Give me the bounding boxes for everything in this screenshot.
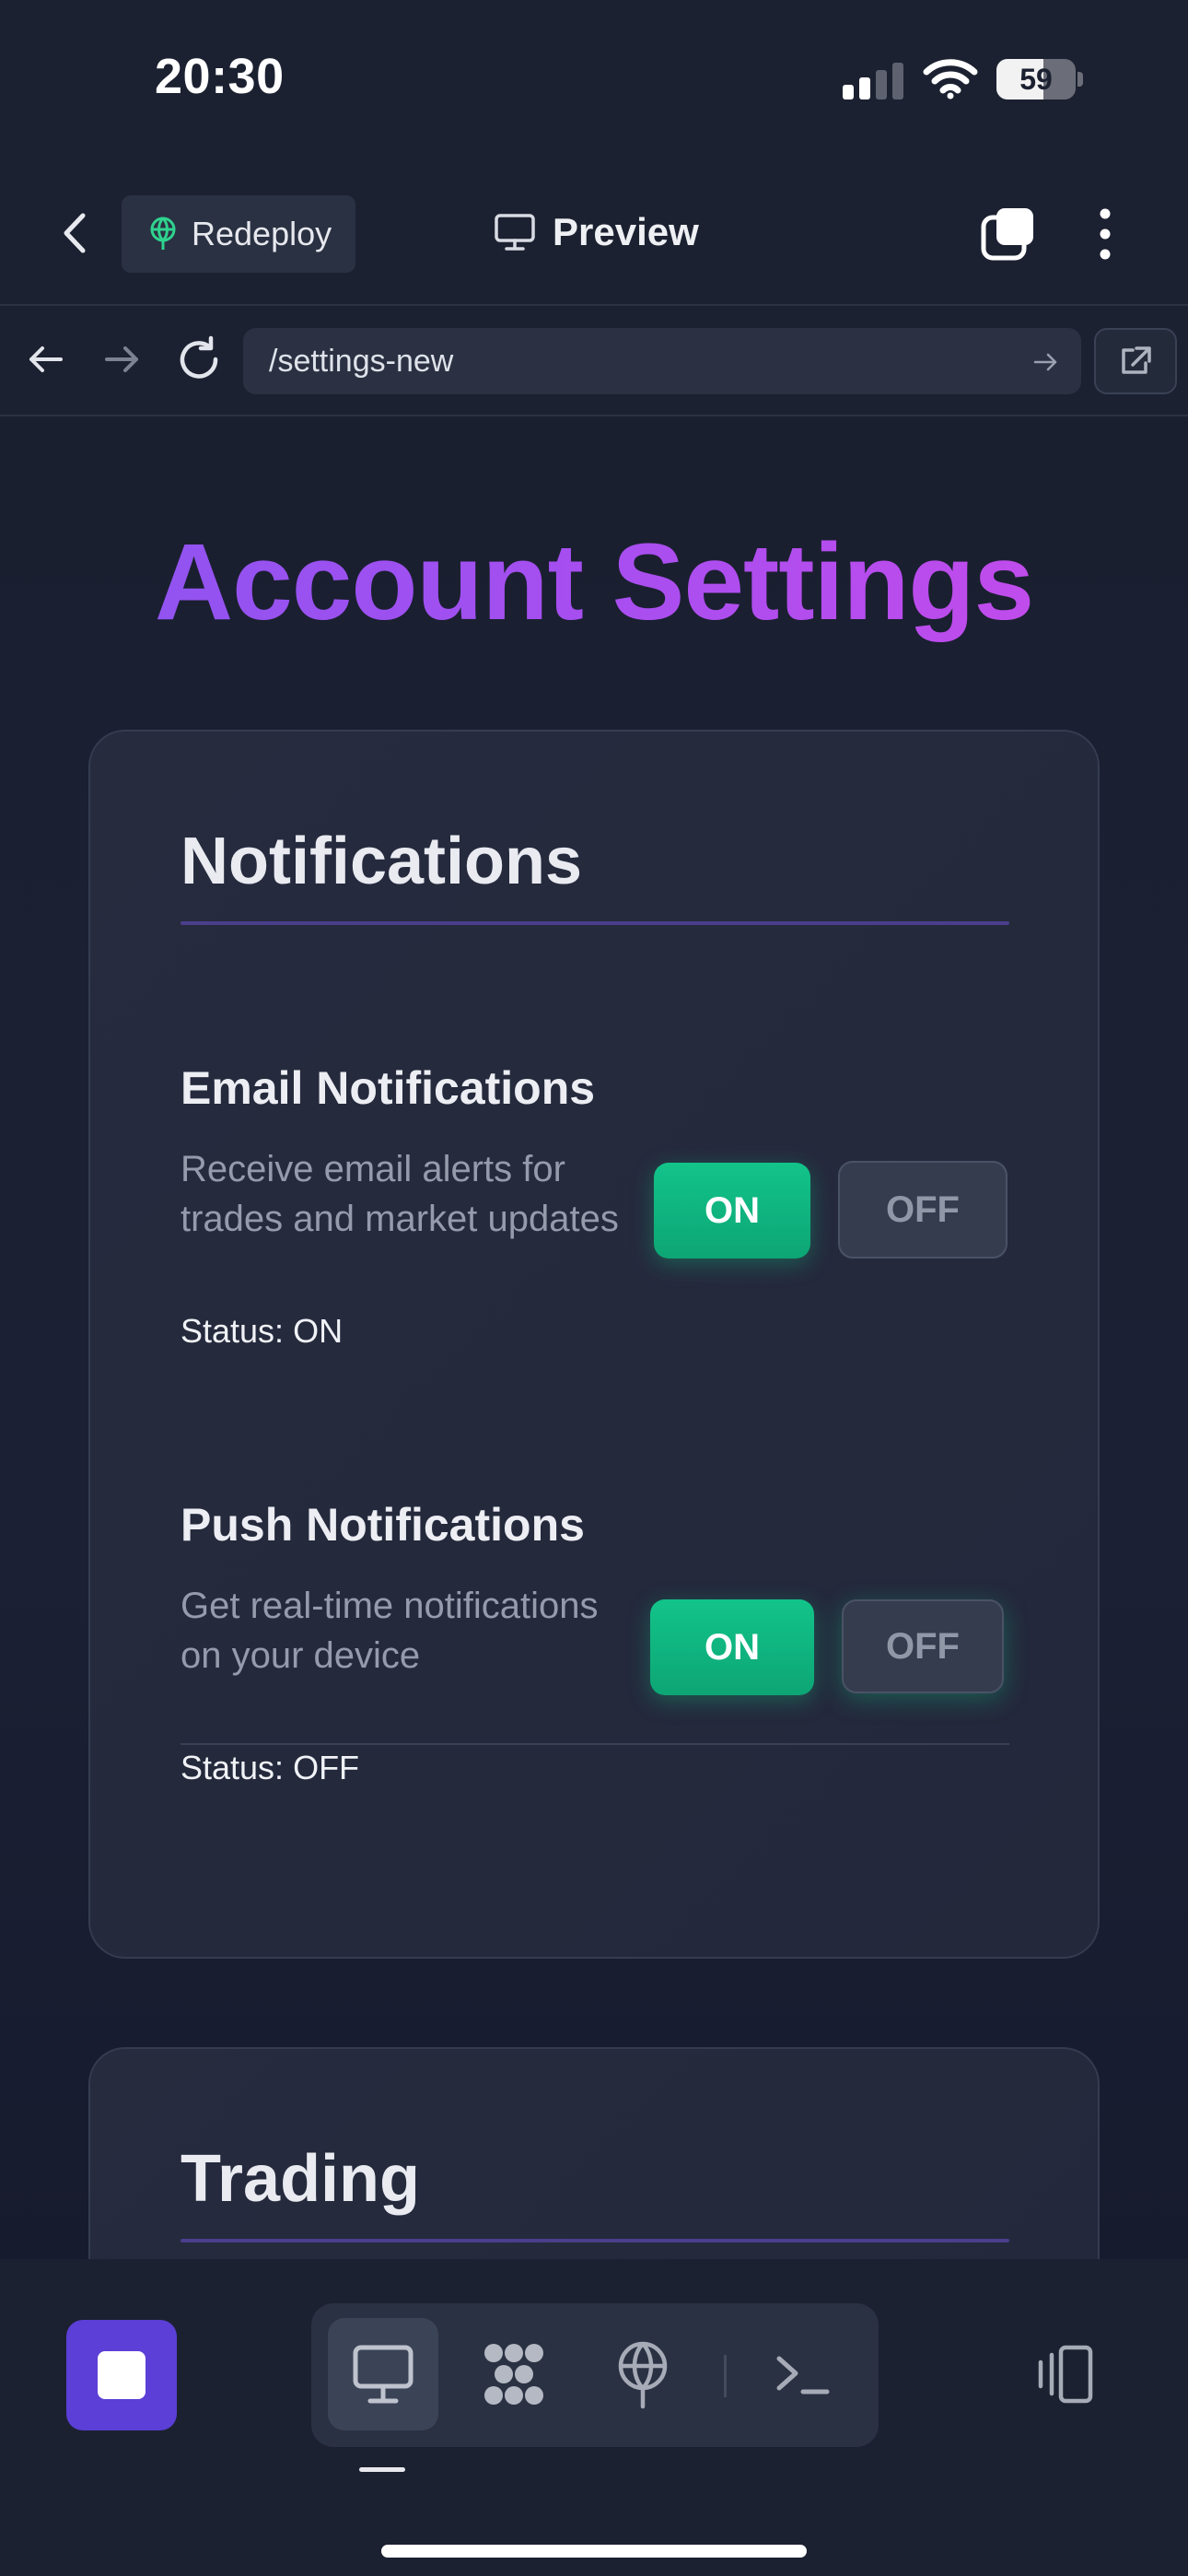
push-notifications-setting: Push Notifications Get real-time notific… — [181, 1498, 1009, 1786]
arrow-right-icon — [1033, 353, 1057, 371]
terminal-view-button[interactable] — [748, 2318, 858, 2430]
arrow-left-icon — [29, 346, 63, 372]
deploy-view-button[interactable] — [588, 2318, 698, 2430]
device-toggle-icon — [1038, 2345, 1093, 2404]
section-underline — [181, 2239, 1009, 2242]
monitor-icon — [495, 214, 535, 251]
external-link-icon — [1122, 346, 1151, 374]
battery-icon: 59 — [996, 59, 1083, 100]
push-off-button[interactable]: OFF — [842, 1599, 1004, 1693]
device-toggle-button[interactable] — [1030, 2340, 1100, 2410]
go-button[interactable] — [1030, 346, 1061, 378]
tabs-icon — [981, 208, 1033, 261]
trading-card: Trading — [88, 2047, 1100, 2259]
email-notifications-setting: Email Notifications Receive email alerts… — [181, 1061, 1009, 1350]
view-switcher — [311, 2303, 879, 2447]
more-vertical-icon — [1100, 208, 1111, 260]
setting-status: Status: ON — [181, 1312, 344, 1350]
status-bar: 20:30 59 — [0, 0, 1188, 157]
wifi-icon — [923, 57, 978, 100]
more-menu-button[interactable] — [1087, 205, 1124, 263]
redeploy-label: Redeploy — [192, 215, 332, 252]
terminal-icon — [776, 2356, 830, 2395]
open-external-button[interactable] — [1094, 328, 1177, 394]
email-off-button[interactable]: OFF — [838, 1161, 1007, 1259]
monitor-icon — [353, 2345, 413, 2404]
email-on-button[interactable]: ON — [654, 1163, 810, 1259]
home-indicator — [381, 2545, 807, 2558]
chevron-left-icon — [64, 213, 86, 253]
reload-icon — [180, 335, 218, 379]
page-title: Account Settings — [0, 520, 1188, 645]
cellular-signal-icon — [843, 63, 903, 100]
section-heading: Notifications — [181, 825, 583, 898]
toolbar-separator — [724, 2355, 727, 2397]
section-heading: Trading — [181, 2142, 421, 2216]
nodes-view-button[interactable] — [459, 2318, 569, 2430]
url-input[interactable]: /settings-new — [243, 328, 1081, 394]
stop-icon — [98, 2351, 146, 2399]
browser-back-button[interactable] — [20, 334, 72, 385]
url-text: /settings-new — [269, 343, 454, 379]
active-tab-indicator — [359, 2467, 405, 2472]
setting-title: Email Notifications — [181, 1062, 596, 1114]
section-underline — [181, 921, 1009, 925]
setting-divider — [181, 1743, 1009, 1745]
setting-description: Receive email alerts for trades and mark… — [181, 1149, 619, 1239]
reload-button[interactable] — [173, 334, 225, 385]
url-bar: /settings-new — [0, 306, 1188, 416]
preview-view-button[interactable] — [328, 2318, 438, 2430]
bottom-toolbar — [0, 2259, 1188, 2576]
setting-description: Get real-time notifications on your devi… — [181, 1586, 599, 1676]
notifications-card: Notifications Email Notifications Receiv… — [88, 730, 1100, 1959]
browser-forward-button[interactable] — [96, 334, 147, 385]
nodes-icon — [484, 2344, 543, 2405]
setting-title: Push Notifications — [181, 1499, 585, 1551]
redeploy-button[interactable]: Redeploy — [122, 195, 355, 273]
tabs-button[interactable] — [978, 205, 1037, 263]
globe-tree-icon — [150, 217, 176, 250]
app-header: Redeploy Preview — [0, 157, 1188, 306]
globe-tree-icon — [618, 2341, 668, 2409]
status-time: 20:30 — [155, 49, 285, 104]
arrow-right-icon — [105, 346, 138, 372]
stop-button[interactable] — [66, 2320, 177, 2430]
back-button[interactable] — [52, 208, 101, 258]
settings-page: Account Settings Notifications Email Not… — [0, 418, 1188, 2259]
preview-label: Preview — [553, 210, 699, 253]
push-on-button[interactable]: ON — [650, 1599, 814, 1695]
app-screen: 20:30 59 Redeploy Preview /settings-new … — [0, 0, 1188, 2576]
preview-title: Preview — [494, 205, 699, 260]
battery-percent: 59 — [1019, 63, 1053, 96]
setting-status: Status: OFF — [181, 1749, 360, 1786]
